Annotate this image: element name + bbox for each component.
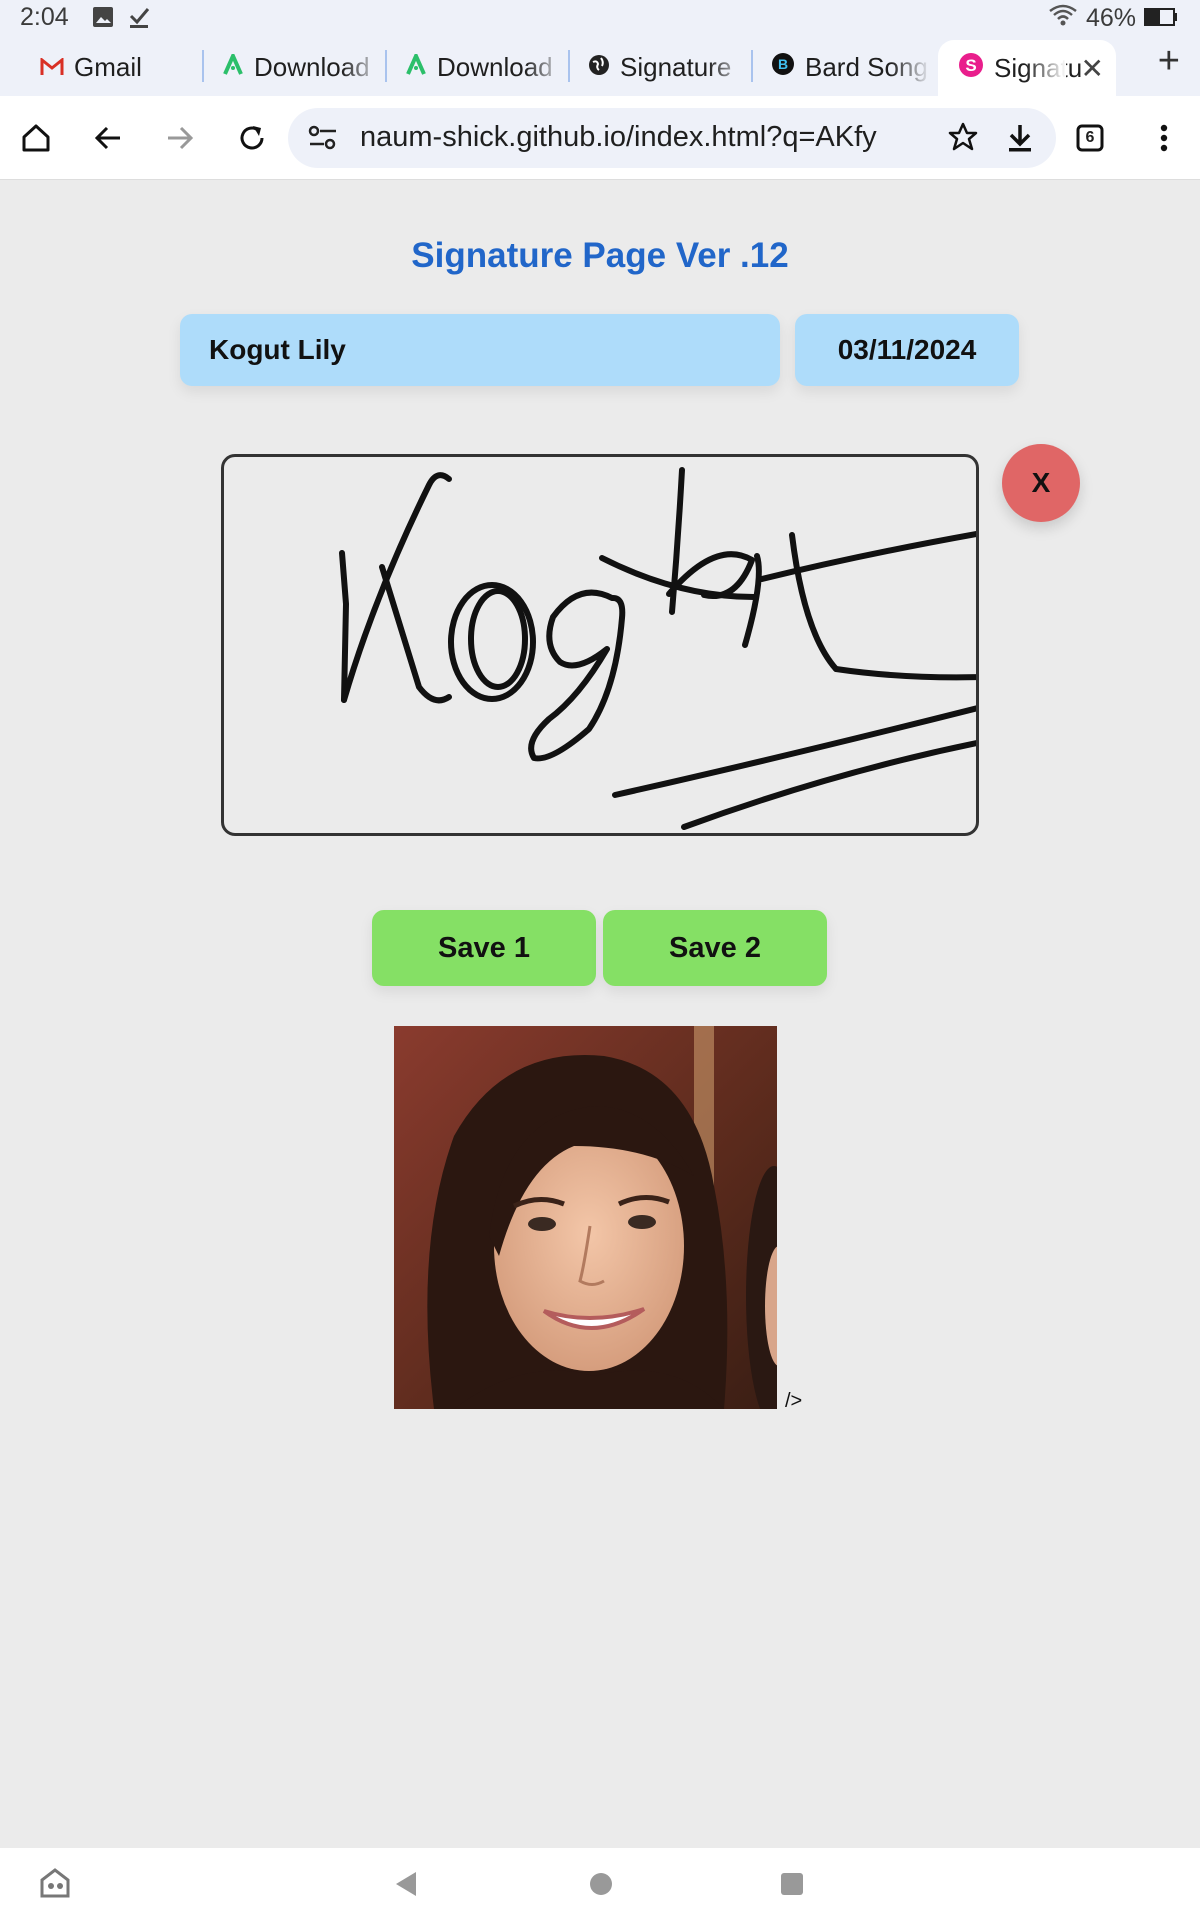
tab-strip: Gmail Download Download Signature B Bard…: [0, 36, 1200, 96]
accessibility-icon[interactable]: [38, 1866, 72, 1905]
url-text: naum-shick.github.io/index.html?q=AKfy: [360, 121, 877, 153]
tab-download-1[interactable]: Download: [202, 42, 382, 92]
battery-icon: [1144, 4, 1178, 33]
portrait-photo: [394, 1026, 777, 1409]
signature-drawing: [339, 467, 976, 830]
new-tab-icon[interactable]: +: [1158, 40, 1180, 83]
gmail-icon: [40, 52, 64, 83]
reload-icon[interactable]: [228, 114, 276, 162]
date-input[interactable]: 03/11/2024: [795, 314, 1019, 386]
svg-text:B: B: [778, 56, 788, 72]
tab-label: Gmail: [74, 51, 142, 82]
browser-toolbar: naum-shick.github.io/index.html?q=AKfy 6: [0, 96, 1200, 180]
android-icon: [405, 50, 427, 83]
nav-back-icon[interactable]: [394, 1870, 418, 1903]
android-icon: [222, 50, 244, 83]
nav-recents-icon[interactable]: [780, 1872, 804, 1901]
stray-markup-text: />: [785, 1390, 803, 1412]
bookmark-star-icon[interactable]: [948, 122, 978, 157]
status-bar: 2:04 46%: [0, 0, 1200, 36]
tab-bard-song[interactable]: B Bard Song: [751, 42, 931, 92]
menu-dots-icon[interactable]: [1140, 114, 1188, 162]
download-done-icon: [128, 6, 150, 33]
nav-home-icon[interactable]: [589, 1872, 613, 1901]
home-icon[interactable]: [12, 114, 60, 162]
battery-level: 46%: [1085, 4, 1136, 32]
name-input[interactable]: Kogut Lily: [180, 314, 780, 386]
page-title: Signature Page Ver .12: [411, 236, 789, 275]
date-value: 03/11/2024: [837, 334, 977, 365]
close-tab-icon[interactable]: ✕: [1081, 52, 1104, 85]
tab-download-2[interactable]: Download: [385, 42, 565, 92]
tab-signatu-active[interactable]: S Signatu ✕: [938, 40, 1116, 96]
globe-icon: [588, 52, 610, 83]
s-icon: S: [958, 52, 984, 85]
wifi-icon: [1048, 3, 1078, 34]
status-time: 2:04: [20, 3, 69, 31]
save-1-button[interactable]: Save 1: [372, 910, 596, 986]
download-icon[interactable]: [996, 114, 1044, 162]
site-settings-icon[interactable]: [308, 124, 338, 157]
back-icon[interactable]: [84, 114, 132, 162]
bard-icon: B: [771, 52, 795, 83]
clear-signature-button[interactable]: X: [1002, 444, 1080, 522]
image-notification-icon: [92, 6, 114, 33]
signature-pad[interactable]: [221, 454, 979, 836]
forward-icon[interactable]: [156, 114, 204, 162]
name-value: Kogut Lily: [209, 334, 346, 365]
save-2-button[interactable]: Save 2: [603, 910, 827, 986]
tab-count: 6: [1085, 129, 1095, 146]
system-nav-bar: [0, 1848, 1200, 1920]
tab-gmail[interactable]: Gmail: [20, 42, 200, 92]
address-bar[interactable]: naum-shick.github.io/index.html?q=AKfy: [288, 108, 1056, 168]
tab-switcher-button[interactable]: 6: [1066, 114, 1114, 162]
tab-signature[interactable]: Signature: [568, 42, 748, 92]
svg-text:S: S: [965, 56, 976, 75]
